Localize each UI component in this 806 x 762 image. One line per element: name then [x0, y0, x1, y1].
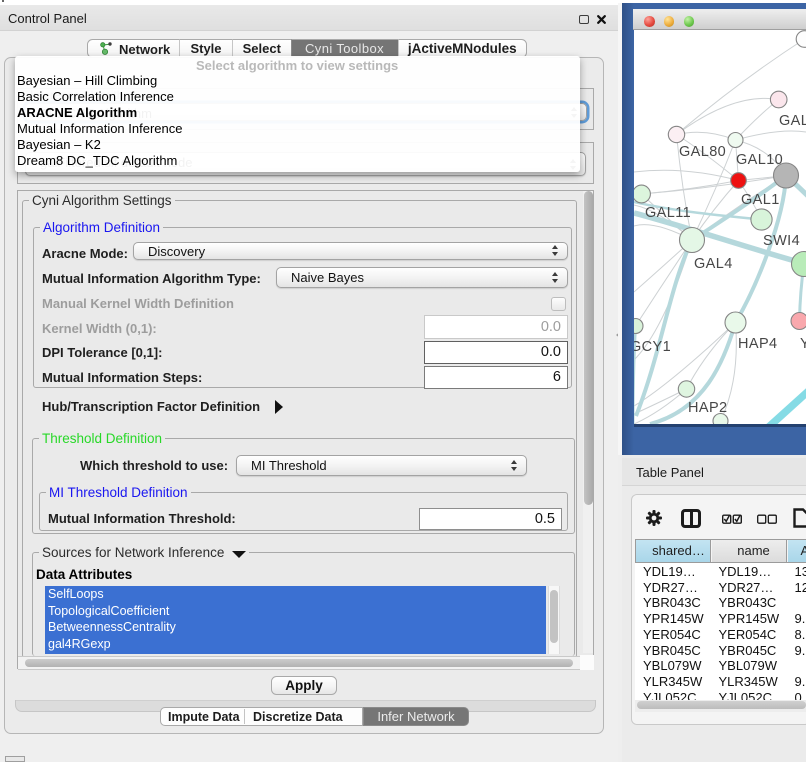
svg-text:GAL1: GAL1 [741, 192, 780, 208]
svg-text:GAL4: GAL4 [694, 256, 733, 272]
svg-text:GAL80: GAL80 [679, 144, 726, 160]
svg-text:Y: Y [800, 336, 806, 352]
svg-text:HAP4: HAP4 [738, 336, 777, 352]
svg-text:GAL2: GAL2 [779, 113, 806, 129]
svg-text:SWI4: SWI4 [763, 233, 800, 249]
svg-text:GAL11: GAL11 [645, 205, 691, 221]
svg-text:HAP2: HAP2 [688, 400, 727, 416]
svg-text:GCY1: GCY1 [634, 339, 671, 355]
svg-text:GAL10: GAL10 [736, 152, 783, 168]
